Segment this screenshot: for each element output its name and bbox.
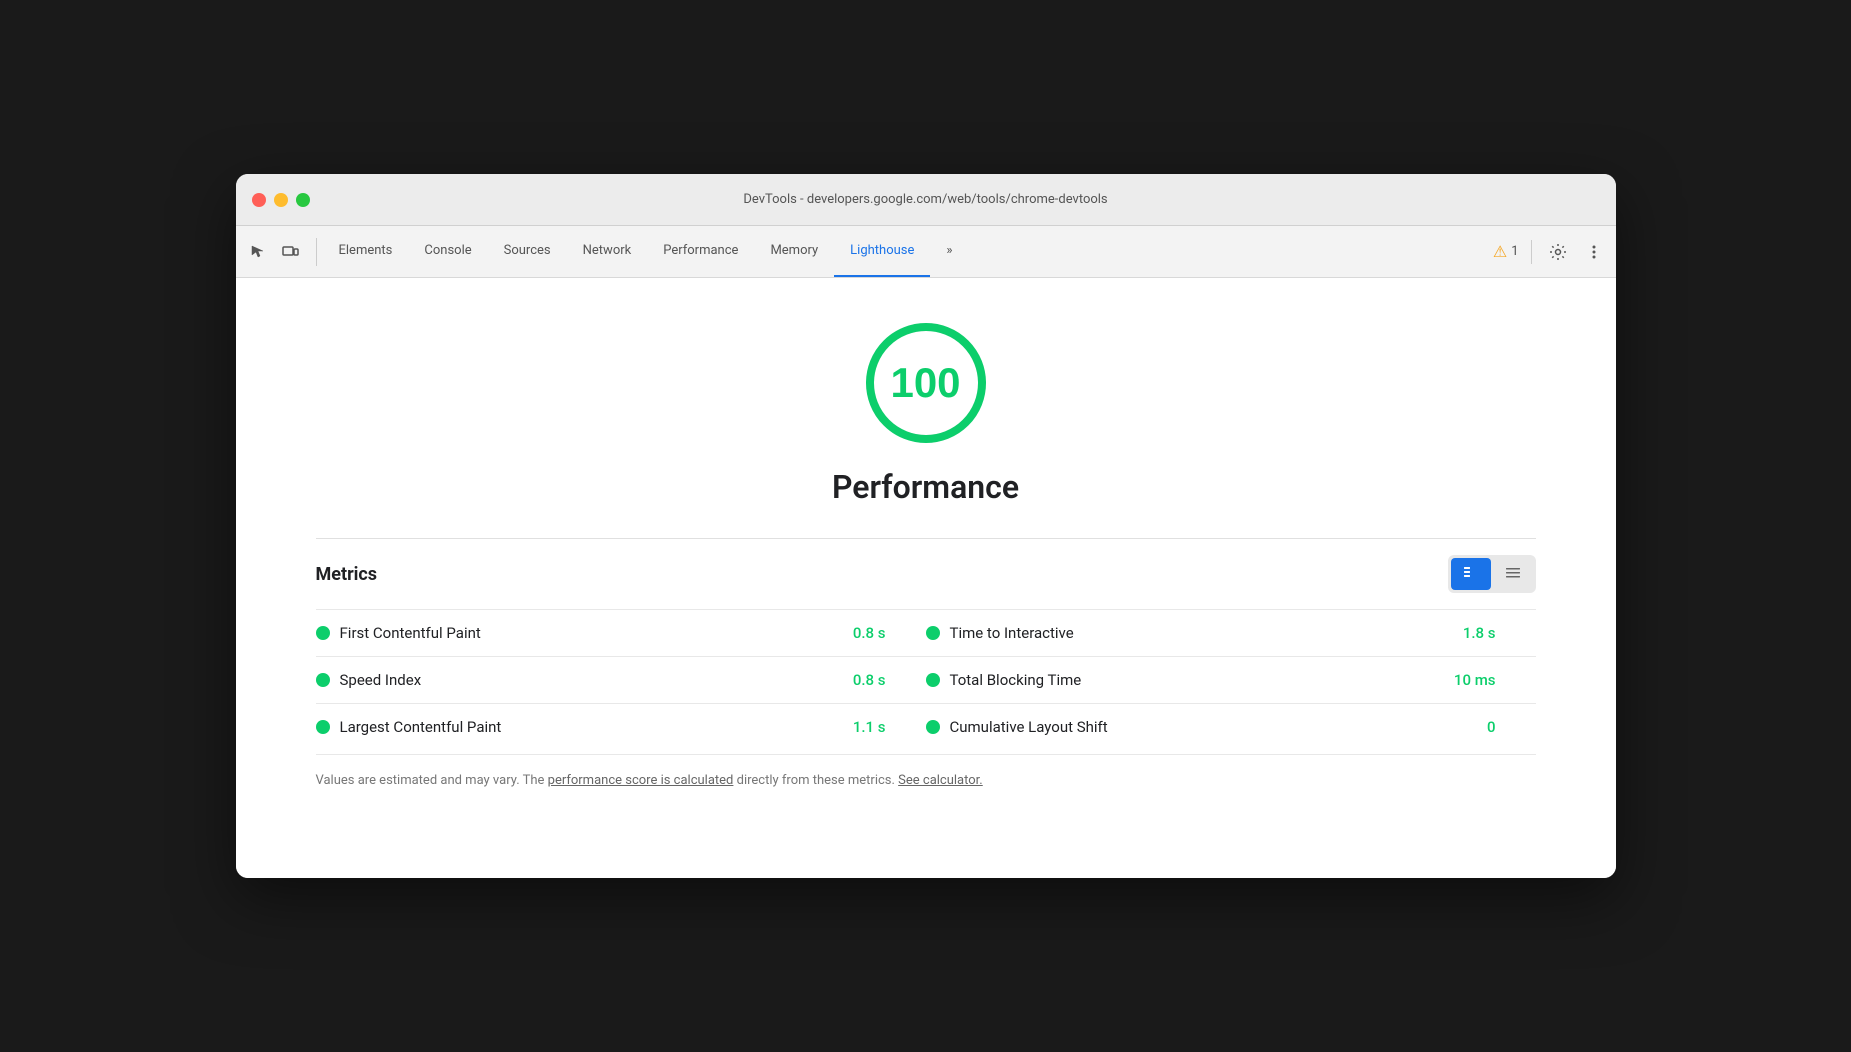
score-circle: 100 xyxy=(861,318,991,448)
settings-button[interactable] xyxy=(1544,238,1572,266)
toggle-grid-view-button[interactable] xyxy=(1451,558,1491,590)
device-toggle-button[interactable] xyxy=(276,238,304,266)
metric-row-1: First Contentful Paint 0.8 s Time to Int… xyxy=(316,609,1536,656)
metric-name-cls: Cumulative Layout Shift xyxy=(950,718,1108,736)
tab-sources[interactable]: Sources xyxy=(488,226,567,277)
metrics-section: Metrics xyxy=(316,538,1536,791)
title-bar: DevTools - developers.google.com/web/too… xyxy=(236,174,1616,226)
score-number: 100 xyxy=(890,359,960,407)
toolbar-right: ⚠ 1 xyxy=(1485,238,1608,266)
warning-badge[interactable]: ⚠ 1 xyxy=(1493,242,1519,261)
metric-value-tti: 1.8 s xyxy=(1463,624,1536,642)
metric-name-lcp: Largest Contentful Paint xyxy=(340,718,502,736)
metrics-title: Metrics xyxy=(316,564,378,585)
divider xyxy=(1531,240,1532,264)
score-section: 100 Performance xyxy=(316,318,1536,506)
metric-item-cls: Cumulative Layout Shift 0 xyxy=(926,718,1536,736)
more-tabs-button[interactable]: » xyxy=(930,226,968,277)
minimize-button[interactable] xyxy=(274,193,288,207)
lighthouse-panel: 100 Performance Metrics xyxy=(236,278,1616,878)
devtools-toolbar: Elements Console Sources Network Perform… xyxy=(236,226,1616,278)
metric-item-lcp: Largest Contentful Paint 1.1 s xyxy=(316,718,926,736)
calculator-link[interactable]: See calculator. xyxy=(898,773,983,788)
tab-list: Elements Console Sources Network Perform… xyxy=(323,226,1483,277)
metric-dot-fcp xyxy=(316,626,330,640)
toolbar-icons xyxy=(244,238,317,266)
metric-dot-tbt xyxy=(926,673,940,687)
metric-item-tti: Time to Interactive 1.8 s xyxy=(926,624,1536,642)
inspect-element-button[interactable] xyxy=(244,238,272,266)
devtools-window: DevTools - developers.google.com/web/too… xyxy=(236,174,1616,878)
metric-dot-si xyxy=(316,673,330,687)
metrics-grid: First Contentful Paint 0.8 s Time to Int… xyxy=(316,609,1536,750)
toggle-list-view-button[interactable] xyxy=(1493,558,1533,590)
tab-lighthouse[interactable]: Lighthouse xyxy=(834,226,930,277)
more-options-button[interactable] xyxy=(1580,238,1608,266)
metric-row-3: Largest Contentful Paint 1.1 s Cumulativ… xyxy=(316,703,1536,750)
metric-item-fcp: First Contentful Paint 0.8 s xyxy=(316,624,926,642)
metric-value-si: 0.8 s xyxy=(853,671,926,689)
metrics-header: Metrics xyxy=(316,555,1536,593)
metric-value-cls: 0 xyxy=(1487,718,1536,736)
performance-score-link[interactable]: performance score is calculated xyxy=(548,773,734,788)
close-button[interactable] xyxy=(252,193,266,207)
metric-name-tbt: Total Blocking Time xyxy=(950,671,1082,689)
tab-memory[interactable]: Memory xyxy=(754,226,834,277)
warning-icon: ⚠ xyxy=(1493,242,1507,261)
tab-performance[interactable]: Performance xyxy=(647,226,754,277)
metric-name-si: Speed Index xyxy=(340,671,422,689)
metric-dot-tti xyxy=(926,626,940,640)
tab-network[interactable]: Network xyxy=(567,226,648,277)
metrics-footer: Values are estimated and may vary. The p… xyxy=(316,754,1536,791)
tab-console[interactable]: Console xyxy=(408,226,487,277)
traffic-lights xyxy=(252,193,310,207)
metric-name-fcp: First Contentful Paint xyxy=(340,624,481,642)
view-toggle xyxy=(1448,555,1536,593)
metric-item-si: Speed Index 0.8 s xyxy=(316,671,926,689)
metric-name-tti: Time to Interactive xyxy=(950,624,1074,642)
window-title: DevTools - developers.google.com/web/too… xyxy=(743,192,1107,207)
metric-value-lcp: 1.1 s xyxy=(853,718,926,736)
tab-elements[interactable]: Elements xyxy=(323,226,409,277)
metric-dot-cls xyxy=(926,720,940,734)
metric-dot-lcp xyxy=(316,720,330,734)
score-label: Performance xyxy=(832,468,1019,506)
metric-value-tbt: 10 ms xyxy=(1454,671,1536,689)
metric-item-tbt: Total Blocking Time 10 ms xyxy=(926,671,1536,689)
metric-value-fcp: 0.8 s xyxy=(853,624,926,642)
maximize-button[interactable] xyxy=(296,193,310,207)
metric-row-2: Speed Index 0.8 s Total Blocking Time 10… xyxy=(316,656,1536,703)
